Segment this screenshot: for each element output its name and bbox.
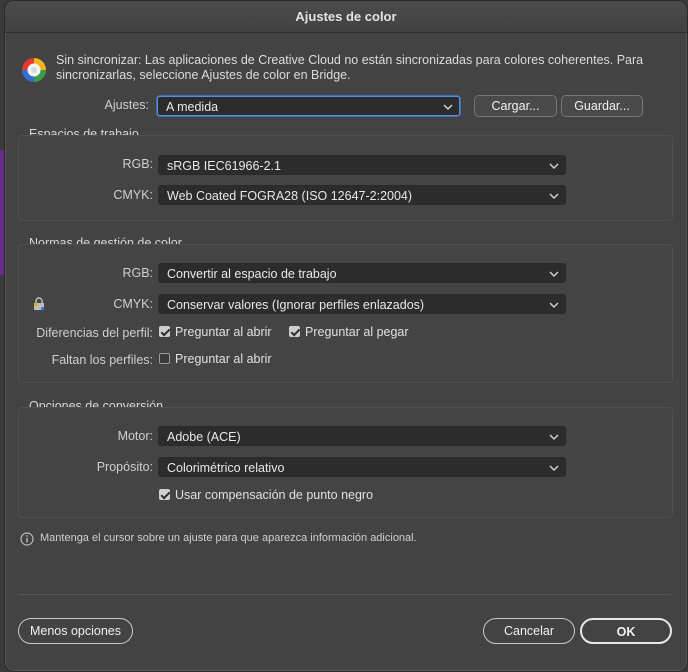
mismatch-ask-paste-checkbox[interactable] xyxy=(289,326,300,337)
black-point-compensation-checkbox[interactable] xyxy=(159,489,170,500)
mismatch-ask-open-label[interactable]: Preguntar al abrir xyxy=(175,325,272,339)
intent-value: Colorimétrico relativo xyxy=(167,461,285,475)
intent-label: Propósito: xyxy=(96,460,153,474)
policies-cmyk-label: CMYK: xyxy=(113,297,153,311)
missing-profiles-label: Faltan los perfiles: xyxy=(51,353,153,367)
intent-dropdown[interactable]: Colorimétrico relativo xyxy=(158,457,566,477)
policies-cmyk-dropdown[interactable]: Conservar valores (Ignorar perfiles enla… xyxy=(158,294,566,314)
black-point-compensation-label[interactable]: Usar compensación de punto negro xyxy=(175,488,373,502)
chevron-down-icon xyxy=(549,271,559,278)
fewer-options-button[interactable]: Menos opciones xyxy=(18,618,133,644)
workspaces-rgb-value: sRGB IEC61966-2.1 xyxy=(167,159,281,173)
load-button[interactable]: Cargar... xyxy=(474,95,557,117)
policies-cmyk-value: Conservar valores (Ignorar perfiles enla… xyxy=(167,298,425,312)
info-icon xyxy=(20,532,34,546)
sync-status-icon xyxy=(22,58,46,82)
workspaces-cmyk-value: Web Coated FOGRA28 (ISO 12647-2:2004) xyxy=(167,189,413,203)
cancel-button[interactable]: Cancelar xyxy=(483,618,575,644)
chevron-down-icon xyxy=(549,193,559,200)
save-button[interactable]: Guardar... xyxy=(561,95,643,117)
chevron-down-icon xyxy=(549,163,559,170)
workspaces-cmyk-dropdown[interactable]: Web Coated FOGRA28 (ISO 12647-2:2004) xyxy=(158,185,566,205)
missing-ask-open-label[interactable]: Preguntar al abrir xyxy=(175,352,272,366)
info-text: Mantenga el cursor sobre un ajuste para … xyxy=(40,532,417,544)
chevron-down-icon xyxy=(549,434,559,441)
missing-ask-open-checkbox[interactable] xyxy=(159,353,170,364)
workspaces-cmyk-label: CMYK: xyxy=(113,188,153,202)
chevron-down-icon xyxy=(443,104,453,111)
color-settings-dialog: Ajustes de color Sin sincronizar: Las ap… xyxy=(4,0,688,672)
chevron-down-icon xyxy=(549,465,559,472)
footer-divider xyxy=(18,594,671,595)
workspaces-group xyxy=(18,135,673,221)
chevron-down-icon xyxy=(549,302,559,309)
engine-label: Motor: xyxy=(117,429,153,443)
dialog-title: Ajustes de color xyxy=(5,1,687,33)
engine-value: Adobe (ACE) xyxy=(167,430,241,444)
settings-label: Ajustes: xyxy=(104,98,149,112)
profile-mismatch-label: Diferencias del perfil: xyxy=(36,326,153,340)
mismatch-ask-open-checkbox[interactable] xyxy=(159,326,170,337)
policies-rgb-value: Convertir al espacio de trabajo xyxy=(167,267,337,281)
workspaces-rgb-dropdown[interactable]: sRGB IEC61966-2.1 xyxy=(158,155,566,175)
ok-button[interactable]: OK xyxy=(580,618,672,644)
policies-rgb-label: RGB: xyxy=(122,266,153,280)
policies-rgb-dropdown[interactable]: Convertir al espacio de trabajo xyxy=(158,263,566,283)
lock-icon xyxy=(34,297,44,310)
workspaces-rgb-label: RGB: xyxy=(122,157,153,171)
settings-dropdown-value: A medida xyxy=(166,100,219,114)
mismatch-ask-paste-label[interactable]: Preguntar al pegar xyxy=(305,325,409,339)
sync-message: Sin sincronizar: Las aplicaciones de Cre… xyxy=(56,53,644,82)
engine-dropdown[interactable]: Adobe (ACE) xyxy=(158,426,566,446)
settings-dropdown[interactable]: A medida xyxy=(157,96,460,116)
